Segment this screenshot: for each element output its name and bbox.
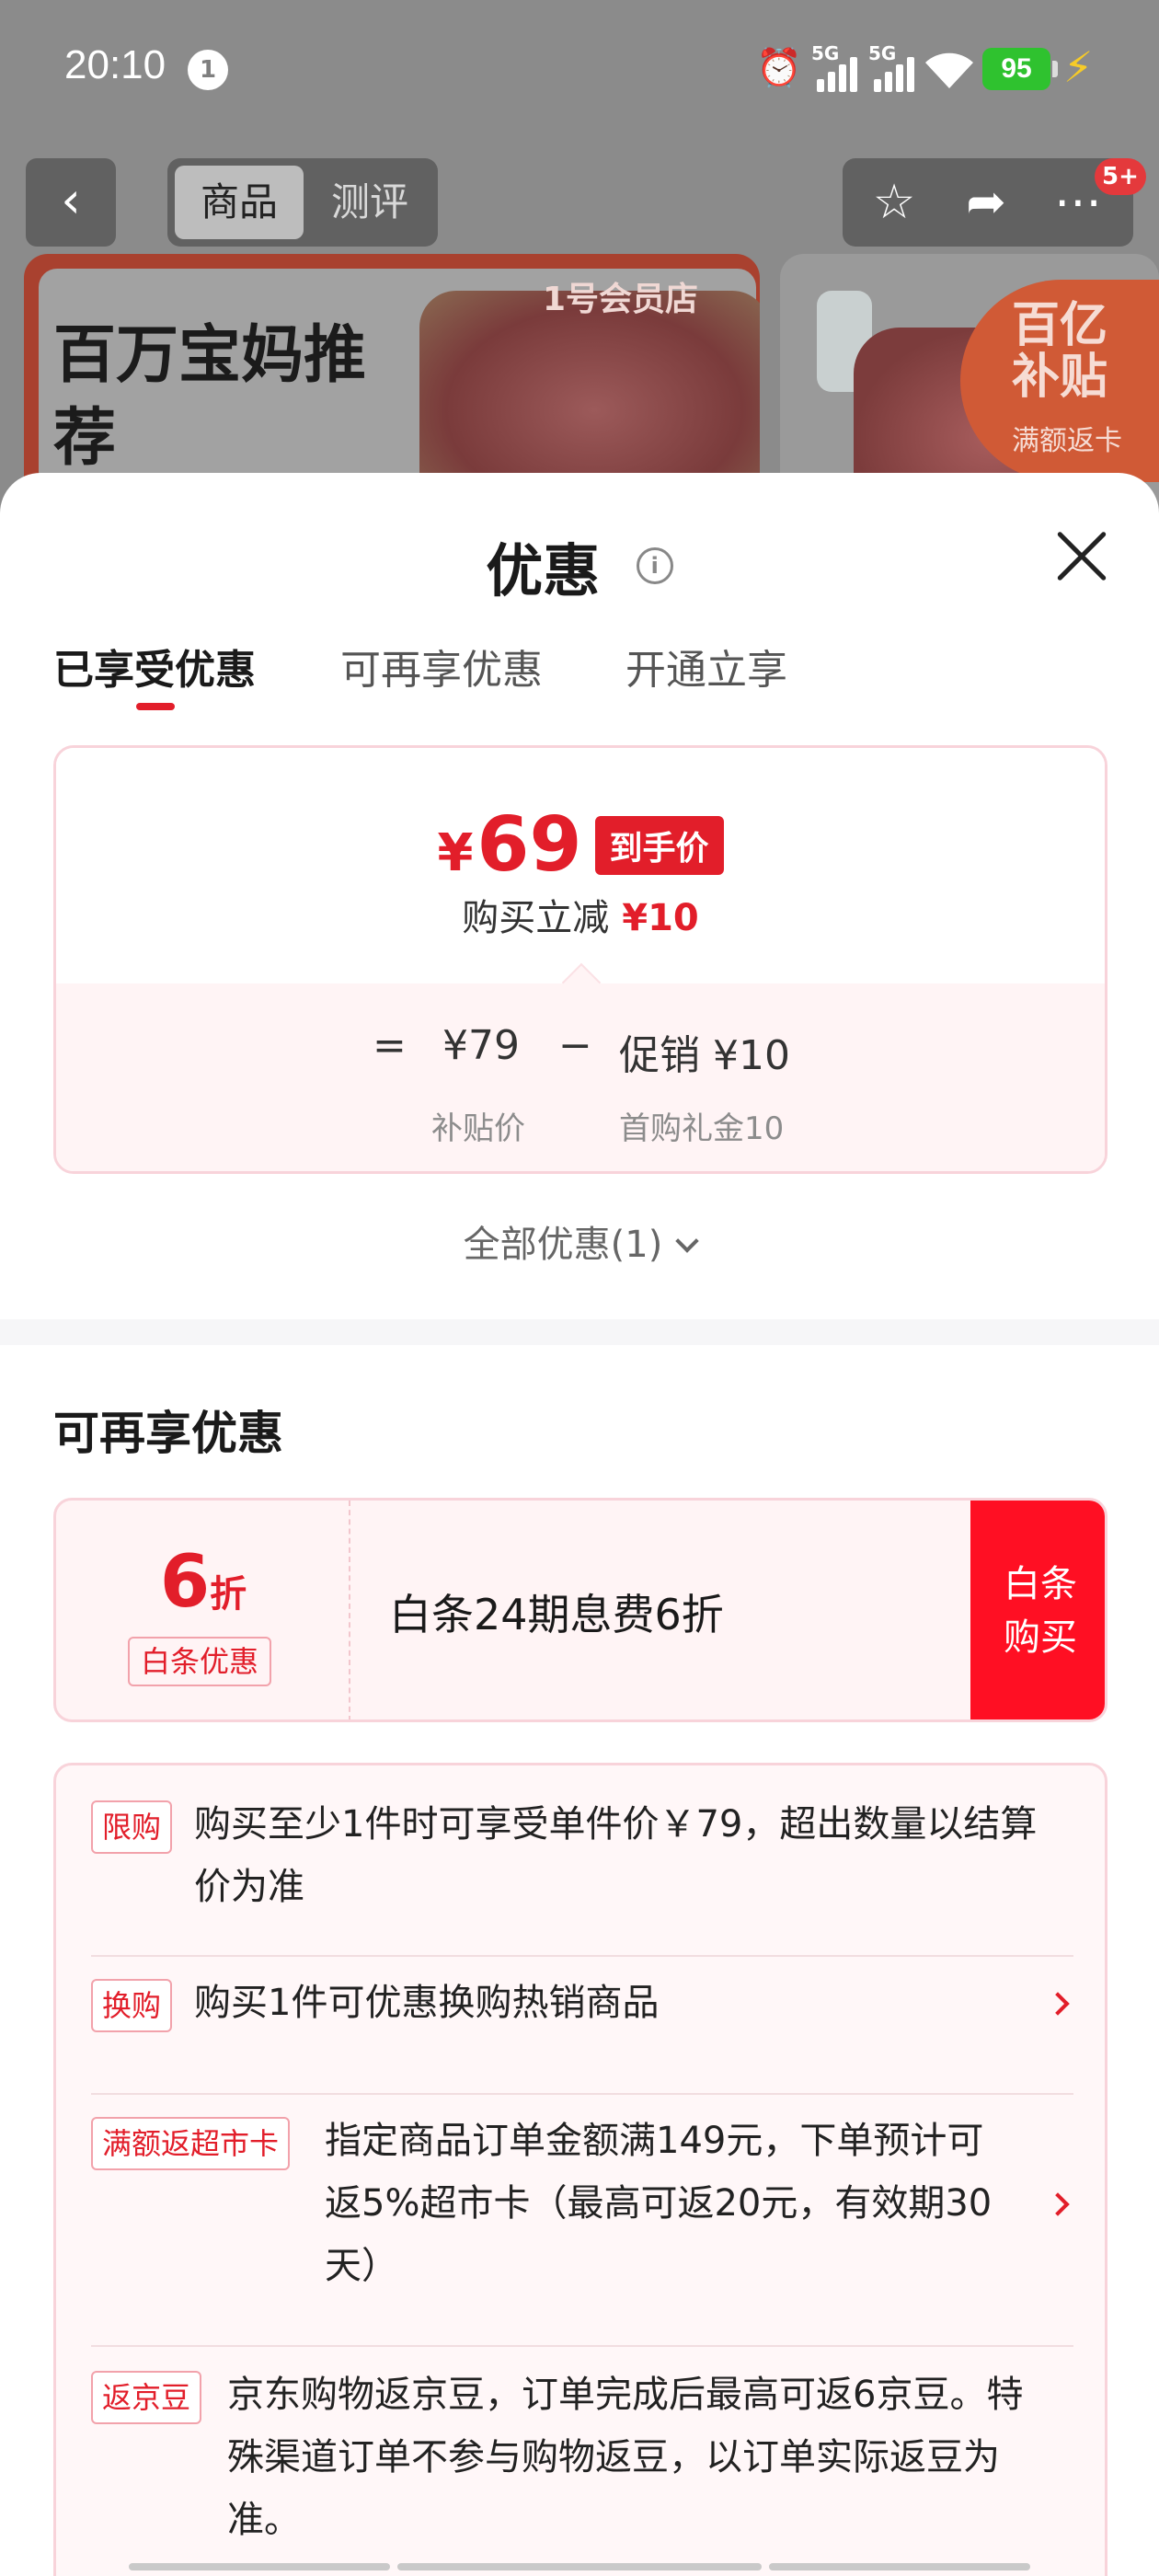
reduce-value: ¥10 bbox=[622, 897, 699, 939]
discount-unit: 折 bbox=[210, 1573, 247, 1616]
currency-symbol: ¥ bbox=[437, 823, 474, 883]
baitiao-coupon: 6折 白条优惠 白条24期息费6折 白条 购买 bbox=[53, 1498, 1107, 1722]
coupon-description: 白条24期息费6折 bbox=[389, 1590, 724, 1639]
baitiao-buy-button[interactable]: 白条 购买 bbox=[970, 1501, 1105, 1719]
subsidy-title: 百亿补贴 bbox=[1012, 298, 1108, 405]
discount-value: 6折 bbox=[56, 1541, 350, 1624]
clock: 20:10 bbox=[64, 42, 166, 87]
gesture-bar bbox=[129, 2563, 1030, 2572]
reduce-label: 购买立减 bbox=[462, 897, 610, 939]
rule-text-line: 购买1件可优惠换购热销商品 bbox=[194, 1982, 660, 2024]
rule-text: 购买至少1件时可享受单件价￥79，超出数量以结算 价为准 bbox=[194, 1793, 1037, 1918]
chevron-right-icon bbox=[1046, 2192, 1070, 2216]
promo-amount: 促销 ¥10 bbox=[619, 1032, 790, 1079]
rule-text: 购买1件可优惠换购热销商品 bbox=[194, 1972, 659, 2034]
favorite-button[interactable]: ☆ bbox=[848, 158, 940, 247]
product-tabs: 商品 测评 bbox=[167, 158, 438, 247]
rule-tag: 满额返超市卡 bbox=[91, 2117, 291, 2170]
final-price-area: ¥69 到手价 购买立减 ¥10 bbox=[56, 748, 1105, 983]
buy-button-line-2: 购买 bbox=[1004, 1616, 1077, 1659]
tab-more-promos[interactable]: 可再享优惠 bbox=[340, 637, 543, 696]
sheet-title: 优惠 bbox=[486, 537, 601, 604]
section-divider bbox=[0, 1319, 1159, 1345]
message-badge: 5+ bbox=[1095, 158, 1146, 195]
rule-tag: 换购 bbox=[91, 1979, 173, 2032]
rule-text-line: 准。 bbox=[227, 2499, 301, 2541]
rule-purchase-limit: 限购 购买至少1件时可享受单件价￥79，超出数量以结算 价为准 bbox=[91, 1793, 1075, 1922]
rule-text-line: 购买至少1件时可享受单件价￥79，超出数量以结算 bbox=[194, 1803, 1038, 1846]
rule-jingdou: 返京豆 京东购物返京豆，订单完成后最高可返6京豆。特 殊渠道订单不参与购物返豆，… bbox=[91, 2363, 1075, 2566]
wifi-icon bbox=[924, 48, 975, 94]
more-dots-icon: ⋯ bbox=[1054, 175, 1102, 230]
subsidy-badge: 百亿补贴 满额返卡 bbox=[960, 280, 1159, 482]
rule-divider bbox=[91, 1955, 1073, 1957]
rule-text-line: 返5%超市卡（最高可返20元，有效期30 bbox=[325, 2182, 993, 2225]
promotions-sheet: 优惠 i 已享受优惠 可再享优惠 开通立享 ¥69 到手价 购买立减 ¥10 = ¥… bbox=[0, 473, 1159, 2576]
rule-exchange[interactable]: 换购 购买1件可优惠换购热销商品 bbox=[91, 1972, 1075, 2064]
rule-text-line: 价为准 bbox=[194, 1866, 304, 1908]
charging-icon: ⚡ bbox=[1063, 42, 1094, 92]
alarm-icon: ⏰ bbox=[756, 47, 802, 89]
chevron-down-icon bbox=[675, 1229, 700, 1253]
rule-text-line: 指定商品订单金额满149元，下单预计可 bbox=[325, 2120, 984, 2162]
store-logo: 1号会员店 bbox=[543, 281, 699, 318]
signal-icon-1: 5G bbox=[809, 42, 859, 92]
final-price-tag: 到手价 bbox=[594, 816, 724, 875]
minus-sign: − bbox=[558, 1022, 592, 1069]
coupon-discount-area: 6折 白条优惠 bbox=[56, 1501, 350, 1719]
rule-text-line: 京东购物返京豆，订单完成后最高可返6京豆。特 bbox=[227, 2374, 1024, 2416]
tab-review[interactable]: 测评 bbox=[305, 166, 434, 239]
tab-enjoyed-promos[interactable]: 已享受优惠 bbox=[53, 637, 256, 696]
share-button[interactable]: ➦ bbox=[940, 158, 1032, 247]
sheet-header: 优惠 i bbox=[0, 524, 1159, 607]
rule-text: 指定商品订单金额满149元，下单预计可 返5%超市卡（最高可返20元，有效期30… bbox=[325, 2110, 992, 2297]
battery-icon: 95 bbox=[982, 48, 1058, 90]
rule-text-line: 殊渠道订单不参与购物返豆，以订单实际返豆为 bbox=[227, 2436, 1000, 2478]
promo-rules-card: 限购 购买至少1件时可享受单件价￥79，超出数量以结算 价为准 换购 购买1件可… bbox=[53, 1763, 1107, 2576]
rule-divider bbox=[91, 2345, 1073, 2347]
rule-divider bbox=[91, 2093, 1073, 2095]
promo-label: 首购礼金10 bbox=[619, 1110, 785, 1147]
tab-product[interactable]: 商品 bbox=[175, 166, 304, 239]
rule-supermarket-card[interactable]: 满额返超市卡 指定商品订单金额满149元，下单预计可 返5%超市卡（最高可返20… bbox=[91, 2110, 1075, 2312]
final-price: 69 bbox=[476, 801, 582, 889]
more-promos-title: 可再享优惠 bbox=[53, 1407, 283, 1460]
coupon-tag: 白条优惠 bbox=[128, 1637, 272, 1686]
rule-tag: 限购 bbox=[91, 1800, 173, 1854]
reduce-row: 购买立减 ¥10 bbox=[56, 888, 1105, 941]
banner-title: 百万宝妈推荐 bbox=[53, 319, 367, 475]
info-icon[interactable]: i bbox=[636, 547, 673, 584]
active-tab-indicator bbox=[136, 703, 175, 710]
close-button[interactable] bbox=[1045, 519, 1119, 592]
chevron-right-icon bbox=[1046, 1992, 1070, 2016]
tab-activate-promos[interactable]: 开通立享 bbox=[625, 637, 787, 696]
base-price: ¥79 bbox=[442, 1022, 520, 1069]
all-promos-link[interactable]: 全部优惠(1) bbox=[0, 1214, 1159, 1268]
top-bar: ‹ 商品 测评 ☆ ➦ ⋯ bbox=[0, 158, 1159, 250]
rule-text: 京东购物返京豆，订单完成后最高可返6京豆。特 殊渠道订单不参与购物返豆，以订单实… bbox=[227, 2363, 1023, 2551]
back-button[interactable]: ‹ bbox=[26, 158, 116, 247]
star-icon: ☆ bbox=[872, 175, 916, 230]
price-breakdown-card: ¥69 到手价 购买立减 ¥10 = ¥79 − 促销 ¥10 补贴价 首购礼金10 bbox=[53, 745, 1107, 1174]
promo-tabs: 已享受优惠 可再享优惠 开通立享 bbox=[0, 637, 1159, 729]
notification-count-icon: 1 bbox=[188, 50, 228, 90]
equals-sign: = bbox=[373, 1022, 407, 1069]
buy-button-line-1: 白条 bbox=[1004, 1563, 1077, 1605]
discount-number: 6 bbox=[159, 1541, 211, 1624]
subsidy-subtitle: 满额返卡 bbox=[1012, 425, 1122, 457]
signal-icon-2: 5G bbox=[866, 42, 916, 92]
all-promos-label: 全部优惠(1) bbox=[463, 1224, 663, 1266]
rule-text-line: 天） bbox=[325, 2245, 398, 2287]
base-price-label: 补贴价 bbox=[431, 1110, 525, 1147]
final-price-row: ¥69 到手价 bbox=[56, 801, 1105, 889]
share-icon: ➦ bbox=[966, 175, 1006, 230]
price-formula-area: = ¥79 − 促销 ¥10 补贴价 首购礼金10 bbox=[56, 983, 1105, 1171]
rule-tag: 返京豆 bbox=[91, 2371, 202, 2424]
background-product-page: 20:10 1 ⏰ 5G 5G 95 ⚡ ‹ 商品 测评 ☆ ➦ ⋯ 5+ 1号… bbox=[0, 0, 1159, 515]
chevron-left-icon: ‹ bbox=[61, 171, 81, 229]
status-bar: 20:10 1 ⏰ 5G 5G 95 ⚡ bbox=[0, 0, 1159, 138]
action-group: ☆ ➦ ⋯ bbox=[843, 158, 1133, 247]
